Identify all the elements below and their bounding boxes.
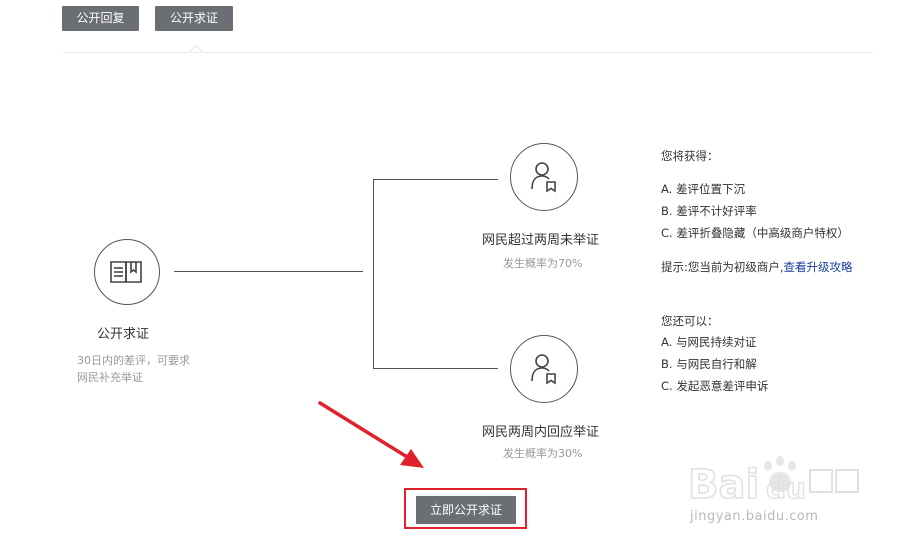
svg-text:Bai: Bai	[688, 462, 759, 507]
left-node-description: 30日内的差评，可要求网民补充举证	[77, 354, 190, 384]
bottom-node-probability: 发生概率为30%	[503, 447, 583, 460]
user-icon-circle-top	[510, 143, 578, 211]
user-badge-icon	[531, 354, 556, 385]
connector-vertical	[373, 179, 374, 369]
book-icon-circle	[94, 239, 160, 305]
baidu-logo-icon: Bai du	[688, 456, 859, 507]
upgrade-tip: 提示:您当前为初级商户,查看升级攻略	[661, 259, 853, 275]
tab-public-verify[interactable]: 公开求证	[155, 6, 233, 31]
svg-text:du: du	[766, 472, 806, 505]
left-node-title: 公开求证	[97, 327, 150, 342]
active-tab-caret	[189, 45, 203, 52]
watermark-url: jingyan.baidu.com	[690, 509, 819, 524]
connector-branch-top	[373, 179, 498, 180]
connector-horizontal-main	[174, 271, 363, 272]
top-node-probability: 发生概率为70%	[503, 257, 583, 270]
also-item: C. 发起恶意差评申诉	[661, 379, 769, 393]
gain-item: A. 差评位置下沉	[661, 182, 745, 196]
tab-public-reply[interactable]: 公开回复	[62, 6, 139, 31]
gain-item: C. 差评折叠隐藏（中高级商户特权）	[661, 226, 849, 240]
also-item: B. 与网民自行和解	[661, 357, 757, 371]
top-node-title: 网民超过两周未举证	[482, 233, 600, 248]
also-item: A. 与网民持续对证	[661, 335, 757, 349]
annotation-arrow-icon	[318, 401, 424, 468]
upgrade-tip-text: 提示:您当前为初级商户,	[661, 260, 784, 274]
user-icon-circle-bottom	[510, 335, 578, 403]
gain-heading: 您将获得：	[661, 149, 719, 163]
public-verify-now-button[interactable]: 立即公开求证	[416, 496, 516, 524]
also-heading: 您还可以：	[661, 314, 719, 328]
upgrade-guide-link[interactable]: 查看升级攻略	[784, 260, 853, 274]
book-icon	[110, 261, 142, 283]
connector-branch-bottom	[373, 368, 498, 369]
gain-item: B. 差评不计好评率	[661, 204, 757, 218]
user-badge-icon	[531, 162, 556, 193]
tab-divider	[62, 52, 873, 53]
bottom-node-title: 网民两周内回应举证	[482, 425, 600, 440]
